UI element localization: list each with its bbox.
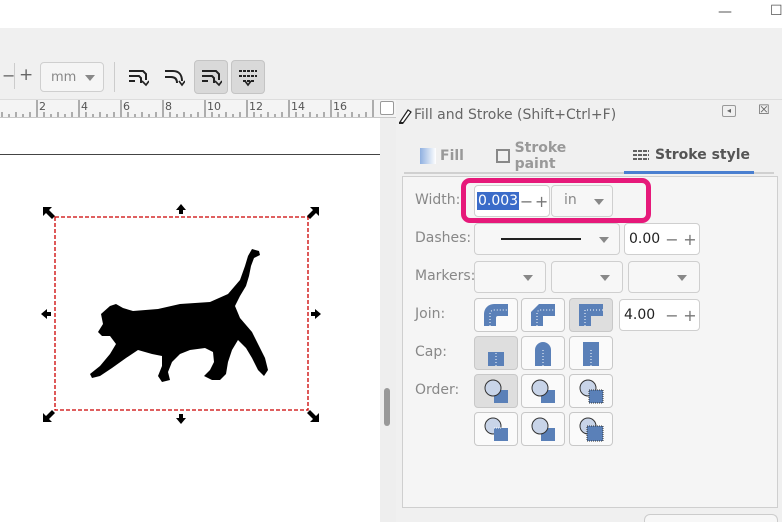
paint-order-icon bbox=[579, 379, 604, 404]
ruler-corner-button[interactable] bbox=[380, 101, 394, 115]
order-label: Order: bbox=[415, 382, 460, 398]
drawing-canvas[interactable] bbox=[0, 118, 380, 522]
close-icon[interactable]: ☒ bbox=[758, 103, 770, 118]
fill-and-stroke-dialog: Fill and Stroke (Shift+Ctrl+F) ◂ ☒ Fill … bbox=[396, 100, 782, 522]
miter-join-icon bbox=[579, 304, 603, 326]
paint-order-icon bbox=[531, 379, 555, 403]
selection-area[interactable] bbox=[0, 118, 380, 522]
tab-stroke-style[interactable]: Stroke style bbox=[624, 138, 754, 174]
align-first-selected-icon bbox=[129, 70, 149, 87]
ruler-label: 12 bbox=[249, 100, 263, 113]
square-cap-icon bbox=[583, 342, 599, 366]
fill-swatch-icon bbox=[420, 148, 436, 164]
order-markers-fill-stroke-button[interactable] bbox=[474, 412, 518, 446]
chevron-down-icon bbox=[600, 275, 610, 281]
zoom-plus-button[interactable]: + bbox=[19, 65, 33, 85]
dialog-title: Fill and Stroke (Shift+Ctrl+F) bbox=[414, 107, 617, 123]
minimize-icon[interactable]: — bbox=[718, 4, 732, 20]
butt-cap-icon bbox=[488, 352, 504, 366]
paint-order-icon bbox=[531, 417, 555, 441]
align-last-icon bbox=[202, 70, 222, 87]
cap-square-button[interactable] bbox=[569, 336, 613, 370]
ruler-label: 4 bbox=[81, 100, 88, 113]
paint-order-icon bbox=[484, 379, 508, 403]
tab-stroke-paint-label: Stroke paint bbox=[514, 140, 567, 172]
mid-marker-dropdown[interactable] bbox=[551, 261, 623, 293]
align-curve-icon bbox=[165, 70, 185, 87]
tool-controls-bar: − + mm bbox=[0, 28, 782, 100]
chevron-down-icon bbox=[85, 75, 95, 81]
cap-butt-button[interactable] bbox=[474, 336, 518, 370]
horizontal-ruler: 2 4 6 8 10 12 14 16 bbox=[0, 100, 396, 118]
ruler-label: 2 bbox=[39, 100, 46, 113]
cap-label: Cap: bbox=[415, 344, 447, 360]
tab-fill[interactable]: Fill bbox=[420, 138, 464, 174]
vertical-scrollbar[interactable] bbox=[380, 118, 396, 522]
align-page-icon bbox=[239, 70, 257, 87]
ruler-label: 10 bbox=[207, 100, 221, 113]
chevron-down-icon bbox=[523, 275, 533, 281]
divider bbox=[14, 63, 15, 89]
bevel-join-icon bbox=[531, 304, 555, 326]
markers-label: Markers: bbox=[415, 268, 476, 284]
dash-offset-decrement-button[interactable]: − bbox=[663, 230, 681, 249]
round-cap-icon bbox=[535, 342, 551, 366]
dialog-tabs: Fill Stroke paint Stroke style bbox=[404, 138, 774, 174]
start-marker-dropdown[interactable] bbox=[474, 261, 546, 293]
join-bevel-button[interactable] bbox=[521, 298, 565, 332]
miter-limit-decrement-button[interactable]: − bbox=[663, 306, 681, 325]
round-join-icon bbox=[484, 304, 508, 326]
dash-offset-input[interactable]: 0.00 − + bbox=[624, 223, 700, 255]
maximize-icon[interactable]: ☐ bbox=[770, 3, 782, 19]
order-stroke-markers-fill-button[interactable] bbox=[521, 412, 565, 446]
chevron-down-icon bbox=[677, 275, 687, 281]
tab-fill-label: Fill bbox=[440, 148, 464, 164]
ruler-label: 16 bbox=[333, 100, 347, 113]
stroke-style-icon bbox=[633, 149, 649, 160]
width-label: Width: bbox=[415, 192, 461, 208]
align-last-button[interactable] bbox=[194, 60, 228, 94]
stroke-style-panel: Width: 0.003 − + in Dashes: 0.00 − + Mar… bbox=[402, 176, 778, 508]
order-fill-markers-stroke-button[interactable] bbox=[569, 374, 613, 408]
join-miter-button[interactable] bbox=[569, 298, 613, 332]
unit-dropdown[interactable]: mm bbox=[40, 62, 104, 92]
ruler-label: 14 bbox=[291, 100, 305, 113]
ruler-label: 6 bbox=[123, 100, 130, 113]
divider bbox=[114, 62, 115, 92]
dock-arrow-icon[interactable]: ◂ bbox=[722, 105, 736, 117]
align-page-button[interactable] bbox=[231, 60, 265, 94]
tab-stroke-paint[interactable]: Stroke paint bbox=[496, 138, 608, 174]
dash-pattern-preview bbox=[501, 238, 581, 240]
order-fill-stroke-markers-button[interactable] bbox=[474, 374, 518, 408]
dash-offset-value: 0.00 bbox=[629, 231, 661, 247]
align-first-selected-button[interactable] bbox=[121, 60, 155, 94]
bottom-button[interactable] bbox=[644, 514, 778, 522]
scrollbar-thumb[interactable] bbox=[384, 388, 390, 426]
unit-dropdown-value: mm bbox=[51, 69, 77, 85]
ruler-label: 8 bbox=[165, 100, 172, 113]
miter-limit-value: 4.00 bbox=[624, 307, 656, 323]
tab-stroke-style-label: Stroke style bbox=[655, 146, 751, 163]
window-title-bar: — ☐ bbox=[0, 0, 782, 28]
cap-round-button[interactable] bbox=[521, 336, 565, 370]
miter-limit-increment-button[interactable]: + bbox=[681, 306, 699, 325]
highlight-annotation bbox=[461, 178, 651, 223]
join-round-button[interactable] bbox=[474, 298, 518, 332]
join-label: Join: bbox=[415, 306, 446, 322]
dash-pattern-dropdown[interactable] bbox=[474, 223, 620, 255]
end-marker-dropdown[interactable] bbox=[628, 261, 700, 293]
dash-offset-increment-button[interactable]: + bbox=[681, 230, 699, 249]
fill-stroke-icon bbox=[399, 109, 412, 124]
align-curve-button[interactable] bbox=[157, 60, 191, 94]
chevron-down-icon bbox=[599, 237, 609, 243]
order-markers-stroke-fill-button[interactable] bbox=[569, 412, 613, 446]
stroke-paint-icon bbox=[496, 149, 510, 163]
miter-limit-input[interactable]: 4.00 − + bbox=[619, 299, 700, 331]
paint-order-icon bbox=[484, 417, 508, 441]
dashes-label: Dashes: bbox=[415, 230, 472, 246]
paint-order-icon bbox=[579, 417, 604, 442]
order-stroke-fill-markers-button[interactable] bbox=[521, 374, 565, 408]
